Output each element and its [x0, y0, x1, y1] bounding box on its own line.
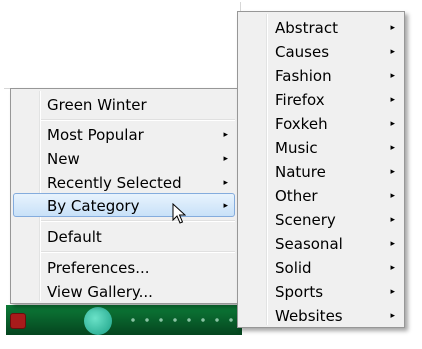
category-label: Nature	[275, 163, 326, 181]
category-label: Seasonal	[275, 235, 343, 253]
category-item-foxkeh[interactable]: Foxkeh ▸	[240, 111, 402, 135]
category-label: Abstract	[275, 19, 338, 37]
submenu-arrow-icon: ▸	[223, 178, 228, 188]
menu-item-new[interactable]: New ▸	[13, 146, 235, 170]
category-label: Foxkeh	[275, 115, 328, 133]
category-item-other[interactable]: Other ▸	[240, 183, 402, 207]
menu-separator	[41, 119, 235, 121]
menu-separator	[41, 251, 235, 253]
submenu-arrow-icon: ▸	[390, 263, 395, 273]
menu-item-default[interactable]: Default	[13, 224, 235, 248]
menu-item-label: Most Popular	[47, 126, 144, 144]
snowman-graphic	[84, 307, 112, 335]
personas-menu: Green Winter Most Popular ▸ New ▸ Recent…	[10, 88, 238, 304]
category-item-seasonal[interactable]: Seasonal ▸	[240, 231, 402, 255]
menu-item-label: Preferences...	[47, 259, 150, 277]
fox-icon[interactable]	[10, 313, 26, 329]
menu-item-label: View Gallery...	[47, 283, 153, 301]
submenu-arrow-icon: ▸	[390, 23, 395, 33]
category-label: Scenery	[275, 211, 336, 229]
mouse-pointer-icon	[172, 203, 186, 224]
category-label: Solid	[275, 259, 312, 277]
submenu-arrow-icon: ▸	[390, 95, 395, 105]
status-bar-theme-preview	[6, 305, 242, 335]
menu-item-recently-selected[interactable]: Recently Selected ▸	[13, 170, 235, 194]
category-label: Other	[275, 187, 318, 205]
category-item-abstract[interactable]: Abstract ▸	[240, 15, 402, 39]
submenu-arrow-icon: ▸	[390, 215, 395, 225]
submenu-arrow-icon: ▸	[390, 167, 395, 177]
category-label: Fashion	[275, 67, 332, 85]
menu-item-most-popular[interactable]: Most Popular ▸	[13, 122, 235, 146]
submenu-arrow-icon: ▸	[390, 191, 395, 201]
category-item-solid[interactable]: Solid ▸	[240, 255, 402, 279]
submenu-arrow-icon: ▸	[390, 239, 395, 249]
screen: Green Winter Most Popular ▸ New ▸ Recent…	[0, 0, 422, 349]
menu-item-view-gallery[interactable]: View Gallery...	[13, 279, 235, 303]
submenu-arrow-icon: ▸	[390, 143, 395, 153]
submenu-arrow-icon: ▸	[390, 311, 395, 321]
category-item-music[interactable]: Music ▸	[240, 135, 402, 159]
category-label: Sports	[275, 283, 324, 301]
submenu-arrow-icon: ▸	[390, 119, 395, 129]
category-label: Websites	[275, 307, 343, 325]
category-item-websites[interactable]: Websites ▸	[240, 303, 402, 327]
menu-item-label: Default	[47, 228, 102, 246]
submenu-arrow-icon: ▸	[390, 287, 395, 297]
category-label: Music	[275, 139, 318, 157]
category-label: Causes	[275, 43, 330, 61]
category-submenu: Abstract ▸ Causes ▸ Fashion ▸ Firefox ▸ …	[237, 11, 405, 328]
submenu-arrow-icon: ▸	[390, 47, 395, 57]
background-window	[4, 2, 241, 89]
menu-item-label: New	[47, 150, 80, 168]
submenu-arrow-icon: ▸	[223, 201, 228, 211]
menu-item-by-category[interactable]: By Category ▸	[13, 193, 235, 217]
snow-pattern	[126, 315, 236, 325]
menu-separator	[41, 220, 235, 222]
menu-item-preferences[interactable]: Preferences...	[13, 255, 235, 279]
category-item-nature[interactable]: Nature ▸	[240, 159, 402, 183]
submenu-arrow-icon: ▸	[223, 130, 228, 140]
category-item-fashion[interactable]: Fashion ▸	[240, 63, 402, 87]
menu-item-label: By Category	[47, 197, 140, 215]
submenu-arrow-icon: ▸	[223, 154, 228, 164]
menu-item-label: Green Winter	[47, 96, 147, 114]
submenu-arrow-icon: ▸	[390, 71, 395, 81]
menu-item-label: Recently Selected	[47, 174, 182, 192]
category-item-causes[interactable]: Causes ▸	[240, 39, 402, 63]
category-item-scenery[interactable]: Scenery ▸	[240, 207, 402, 231]
category-item-firefox[interactable]: Firefox ▸	[240, 87, 402, 111]
menu-item-green-winter[interactable]: Green Winter	[13, 92, 235, 116]
category-item-sports[interactable]: Sports ▸	[240, 279, 402, 303]
category-label: Firefox	[275, 91, 325, 109]
